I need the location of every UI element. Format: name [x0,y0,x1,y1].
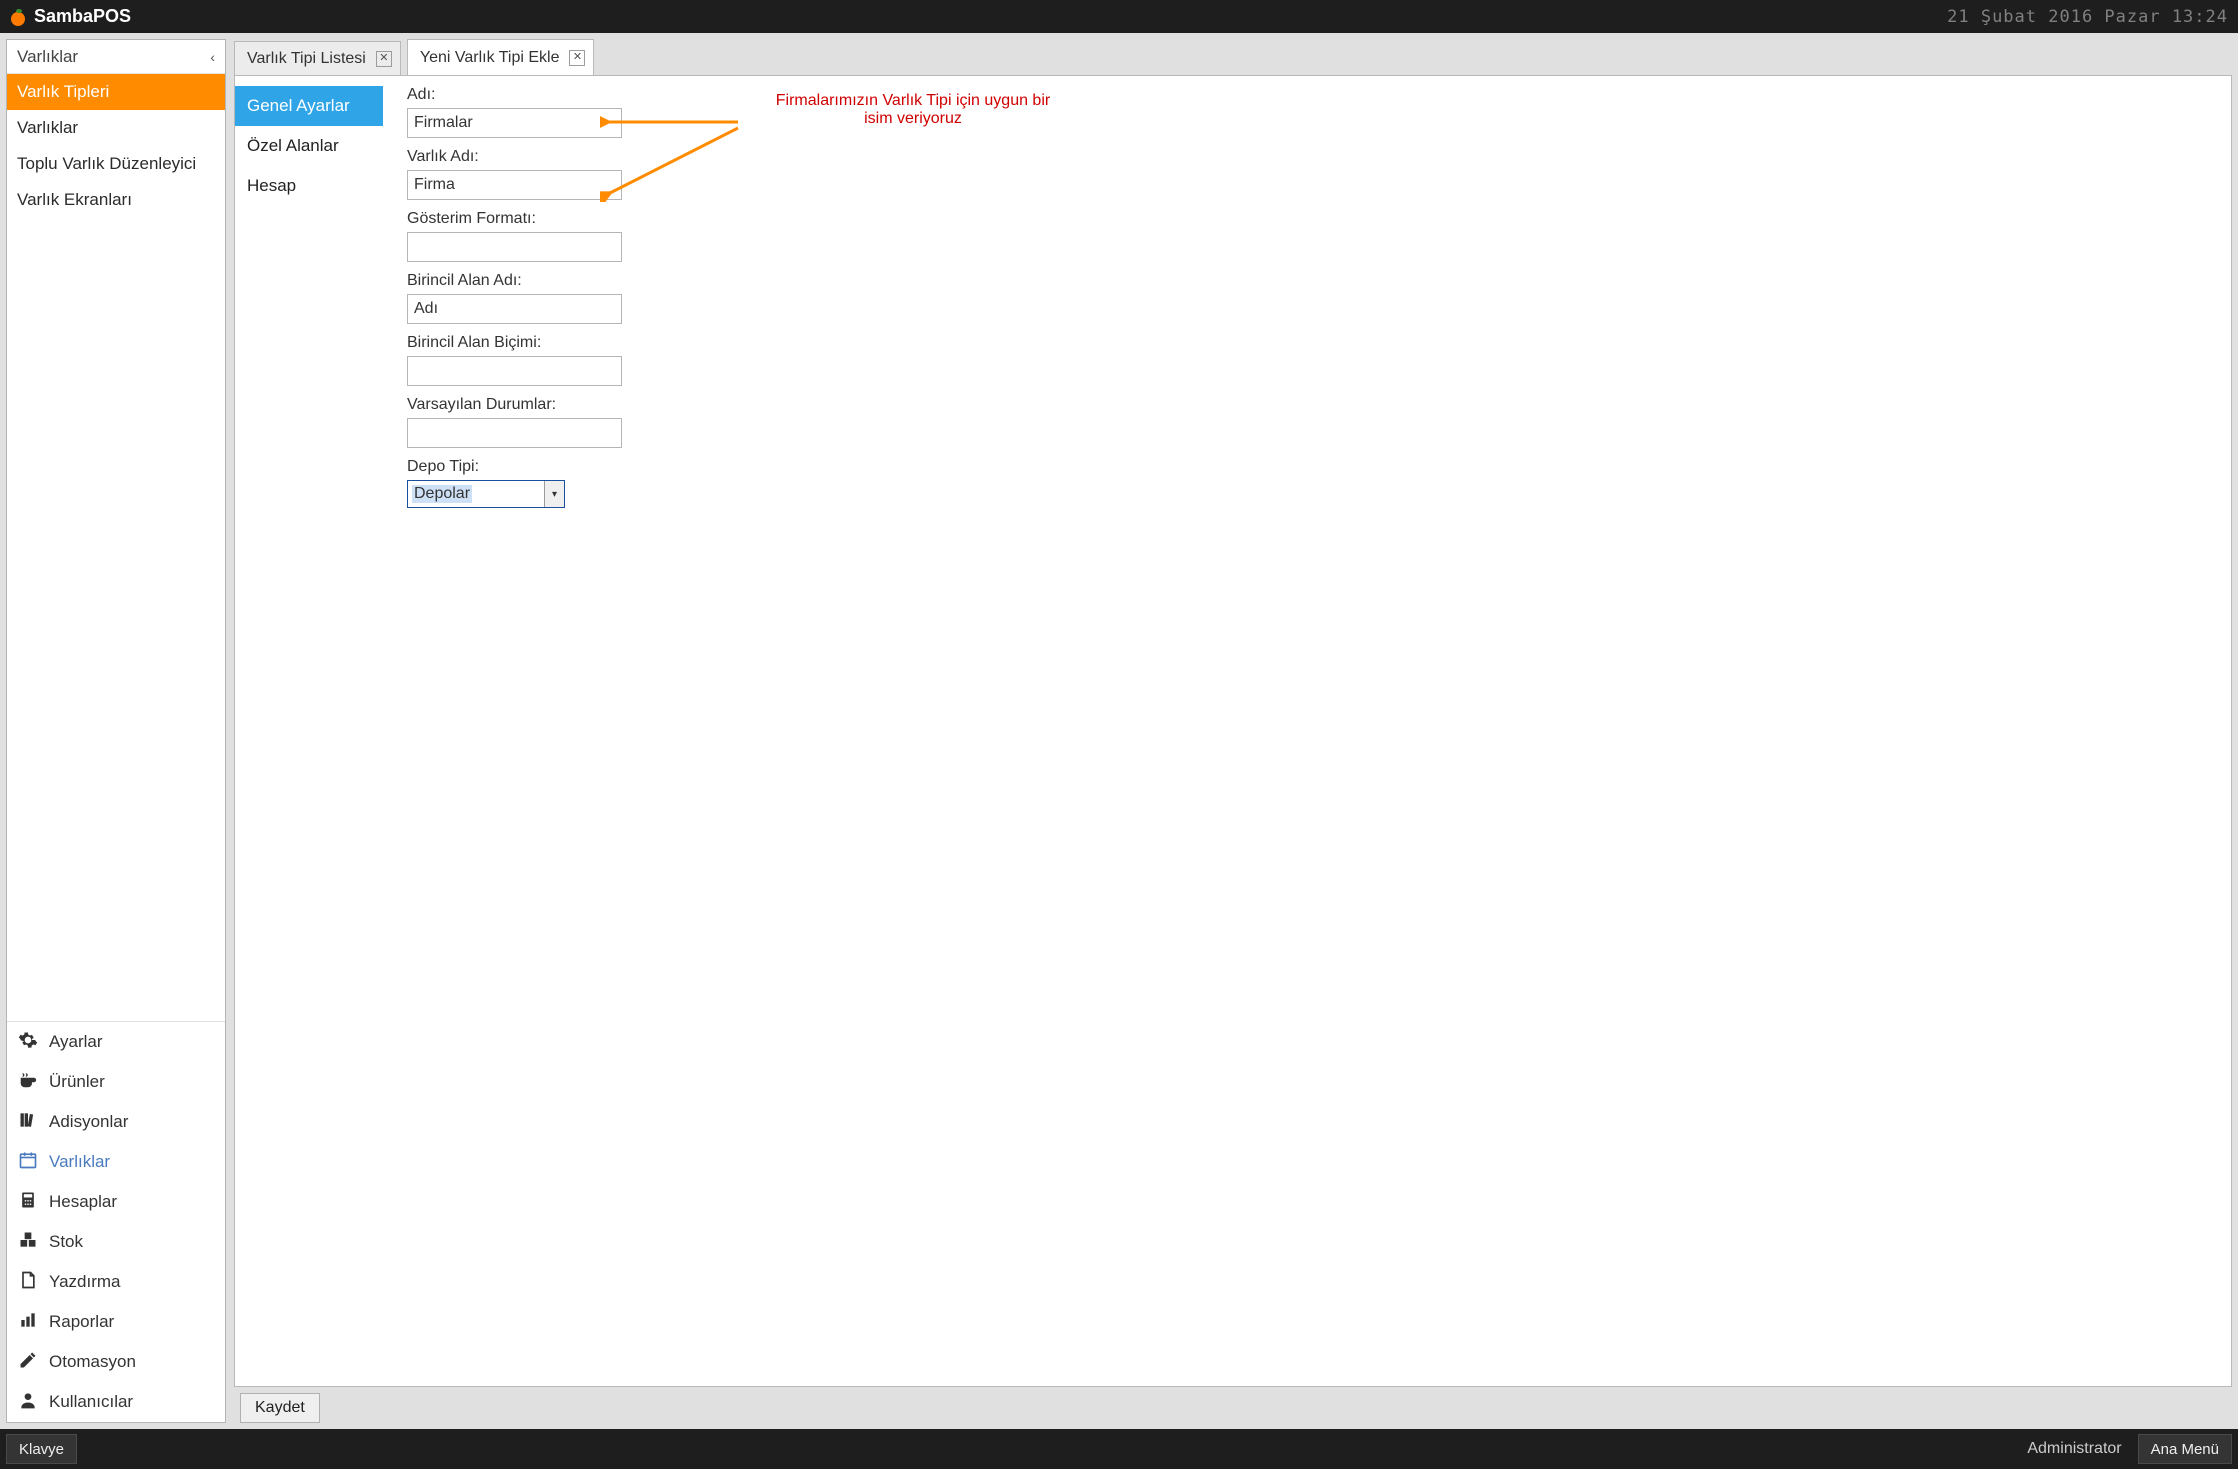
sidebar-bottom-item-5[interactable]: Stok [7,1222,225,1262]
sidebar-item-1[interactable]: Varlıklar [7,110,225,146]
varsayilan-input[interactable] [407,418,622,448]
birincil-adi-label: Birincil Alan Adı: [407,272,622,290]
brand-text: SambaPOS [34,6,131,27]
depo-combo-text: Depolar [412,485,472,503]
sidebar: Varlıklar ‹ Varlık TipleriVarlıklarToplu… [6,39,226,1423]
tab-1[interactable]: Yeni Varlık Tipi Ekle ✕ [407,39,595,75]
collapse-icon[interactable]: ‹ [210,49,215,65]
gosterim-label: Gösterim Formatı: [407,210,622,228]
depo-label: Depo Tipi: [407,458,622,476]
cup-icon [17,1070,39,1095]
close-icon[interactable]: ✕ [376,51,392,67]
close-icon[interactable]: ✕ [569,50,585,66]
sidebar-bottom-item-label: Hesaplar [49,1192,117,1212]
sidebar-bottom-item-label: Raporlar [49,1312,114,1332]
subtab-2[interactable]: Hesap [235,166,383,206]
gear-icon [17,1030,39,1055]
form-area: Adı: Varlık Adı: Gösterim Formatı: Birin… [383,86,2219,1376]
content-panel: Genel AyarlarÖzel AlanlarHesap Adı: Varl… [234,75,2232,1387]
sidebar-bottom-item-label: Ayarlar [49,1032,103,1052]
brand-icon [8,7,28,27]
depo-combo[interactable]: Depolar ▾ [407,480,565,508]
sidebar-bottom-item-label: Stok [49,1232,83,1252]
calendar-icon [17,1150,39,1175]
user-icon [17,1390,39,1415]
klavye-button[interactable]: Klavye [6,1434,77,1464]
user-label: Administrator [2027,1440,2121,1458]
sidebar-bottom-item-label: Adisyonlar [49,1112,128,1132]
sidebar-bottom-item-label: Yazdırma [49,1272,121,1292]
stock-icon [17,1230,39,1255]
tab-label: Varlık Tipi Listesi [247,50,366,68]
tab-label: Yeni Varlık Tipi Ekle [420,49,560,67]
sidebar-bottom-item-4[interactable]: Hesaplar [7,1182,225,1222]
sidebar-bottom-item-1[interactable]: Ürünler [7,1062,225,1102]
pencil-icon [17,1350,39,1375]
sidebar-bottom-item-7[interactable]: Raporlar [7,1302,225,1342]
chevron-down-icon[interactable]: ▾ [544,481,564,507]
calculator-icon [17,1190,39,1215]
subtab-1[interactable]: Özel Alanlar [235,126,383,166]
varlik-adi-input[interactable] [407,170,622,200]
sidebar-header[interactable]: Varlıklar ‹ [7,40,225,74]
sidebar-bottom-item-3[interactable]: Varlıklar [7,1142,225,1182]
sidebar-header-title: Varlıklar [17,47,78,67]
sidebar-bottom-item-label: Ürünler [49,1072,105,1092]
varlik-adi-label: Varlık Adı: [407,148,622,166]
sidebar-top-list: Varlık TipleriVarlıklarToplu Varlık Düze… [7,74,225,218]
varsayilan-label: Varsayılan Durumlar: [407,396,622,414]
annotation-text: Firmalarımızın Varlık Tipi için uygun bi… [733,92,1093,128]
adi-label: Adı: [407,86,622,104]
sidebar-bottom-item-label: Kullanıcılar [49,1392,133,1412]
save-button[interactable]: Kaydet [240,1393,320,1423]
save-row: Kaydet [234,1387,2232,1423]
workspace: Varlıklar ‹ Varlık TipleriVarlıklarToplu… [0,33,2238,1429]
sidebar-bottom-item-8[interactable]: Otomasyon [7,1342,225,1382]
sidebar-bottom-item-6[interactable]: Yazdırma [7,1262,225,1302]
main: Varlık Tipi Listesi✕Yeni Varlık Tipi Ekl… [234,39,2232,1423]
birincil-bicimi-input[interactable] [407,356,622,386]
sidebar-bottom-list: Ayarlar Ürünler Adisyonlar Varlıklar Hesapla… [7,1021,225,1422]
tab-0[interactable]: Varlık Tipi Listesi ✕ [234,41,401,75]
sidebar-item-0[interactable]: Varlık Tipleri [7,74,225,110]
birincil-bicimi-label: Birincil Alan Biçimi: [407,334,622,352]
sidebar-item-2[interactable]: Toplu Varlık Düzenleyici [7,146,225,182]
document-icon [17,1270,39,1295]
sidebar-bottom-item-label: Otomasyon [49,1352,136,1372]
birincil-adi-input[interactable] [407,294,622,324]
sidebar-bottom-item-label: Varlıklar [49,1152,110,1172]
bottom-bar: Klavye Administrator Ana Menü [0,1429,2238,1469]
ana-menu-button[interactable]: Ana Menü [2138,1434,2232,1464]
adi-input[interactable] [407,108,622,138]
tabs-row: Varlık Tipi Listesi✕Yeni Varlık Tipi Ekl… [234,39,2232,75]
books-icon [17,1110,39,1135]
sidebar-bottom-item-2[interactable]: Adisyonlar [7,1102,225,1142]
brand: SambaPOS [8,6,131,27]
bars-icon [17,1310,39,1335]
gosterim-input[interactable] [407,232,622,262]
subtabs: Genel AyarlarÖzel AlanlarHesap [235,86,383,1376]
datetime: 21 Şubat 2016 Pazar 13:24 [1947,7,2228,27]
sidebar-item-3[interactable]: Varlık Ekranları [7,182,225,218]
top-bar: SambaPOS 21 Şubat 2016 Pazar 13:24 [0,0,2238,33]
sidebar-bottom-item-0[interactable]: Ayarlar [7,1022,225,1062]
sidebar-bottom-item-9[interactable]: Kullanıcılar [7,1382,225,1422]
subtab-0[interactable]: Genel Ayarlar [235,86,383,126]
